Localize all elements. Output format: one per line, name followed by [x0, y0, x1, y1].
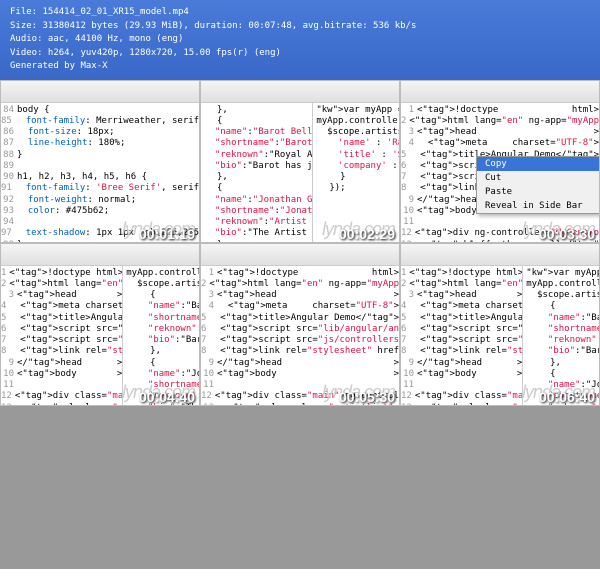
code-editor-left[interactable]: },{ "name":"Barot Bellingham", "shortnam… [201, 103, 312, 242]
timestamp: 00:04:40 [139, 389, 195, 405]
editor-toolbar[interactable] [201, 244, 399, 266]
context-menu[interactable]: Copy Cut Paste Reveal in Side Bar [476, 156, 600, 214]
editor-toolbar[interactable] [401, 81, 599, 103]
timestamp: 00:01:19 [139, 226, 195, 242]
editor-toolbar[interactable] [1, 81, 199, 103]
thumb-4: 1<"tag">!doctype html>2<"tag">html lang=… [0, 243, 200, 406]
timestamp: 00:05:30 [339, 389, 395, 405]
thumb-1: 84body {85 font-family: Merriweather, se… [0, 80, 200, 243]
gen-line: Generated by Max-X [10, 60, 590, 74]
menu-item-cut[interactable]: Cut [477, 171, 600, 185]
editor-toolbar[interactable] [201, 81, 399, 103]
thumbnail-grid: 84body {85 font-family: Merriweather, se… [0, 80, 600, 569]
timestamp: 00:03:30 [539, 226, 595, 242]
timestamp: 00:06:40 [539, 389, 595, 405]
thumb-6: 1<"tag">!doctype html>2<"tag">html lang=… [400, 243, 600, 406]
menu-item-reveal[interactable]: Reveal in Side Bar [477, 199, 600, 213]
timestamp: 00:02:29 [339, 226, 395, 242]
media-info-header: File: 154414_02_01_XR15_model.mp4 Size: … [0, 0, 600, 80]
size-line: Size: 31380412 bytes (29.93 MiB), durati… [10, 20, 590, 34]
code-editor-left[interactable]: 1<"tag">!doctype html>2<"tag">html lang=… [401, 266, 522, 405]
editor-toolbar[interactable] [401, 244, 599, 266]
menu-item-copy[interactable]: Copy [477, 157, 600, 171]
editor-toolbar[interactable] [1, 244, 199, 266]
thumb-2: },{ "name":"Barot Bellingham", "shortnam… [200, 80, 400, 243]
menu-item-paste[interactable]: Paste [477, 185, 600, 199]
code-editor-left[interactable]: 1<"tag">!doctype html>2<"tag">html lang=… [1, 266, 122, 405]
file-line: File: 154414_02_01_XR15_model.mp4 [10, 6, 590, 20]
video-line: Video: h264, yuv420p, 1280x720, 15.00 fp… [10, 47, 590, 61]
thumb-3: 1<"tag">!doctype html>2<"tag">html lang=… [400, 80, 600, 243]
thumb-5: 1<"tag">!doctype html>2<"tag">html lang=… [200, 243, 400, 406]
audio-line: Audio: aac, 44100 Hz, mono (eng) [10, 33, 590, 47]
